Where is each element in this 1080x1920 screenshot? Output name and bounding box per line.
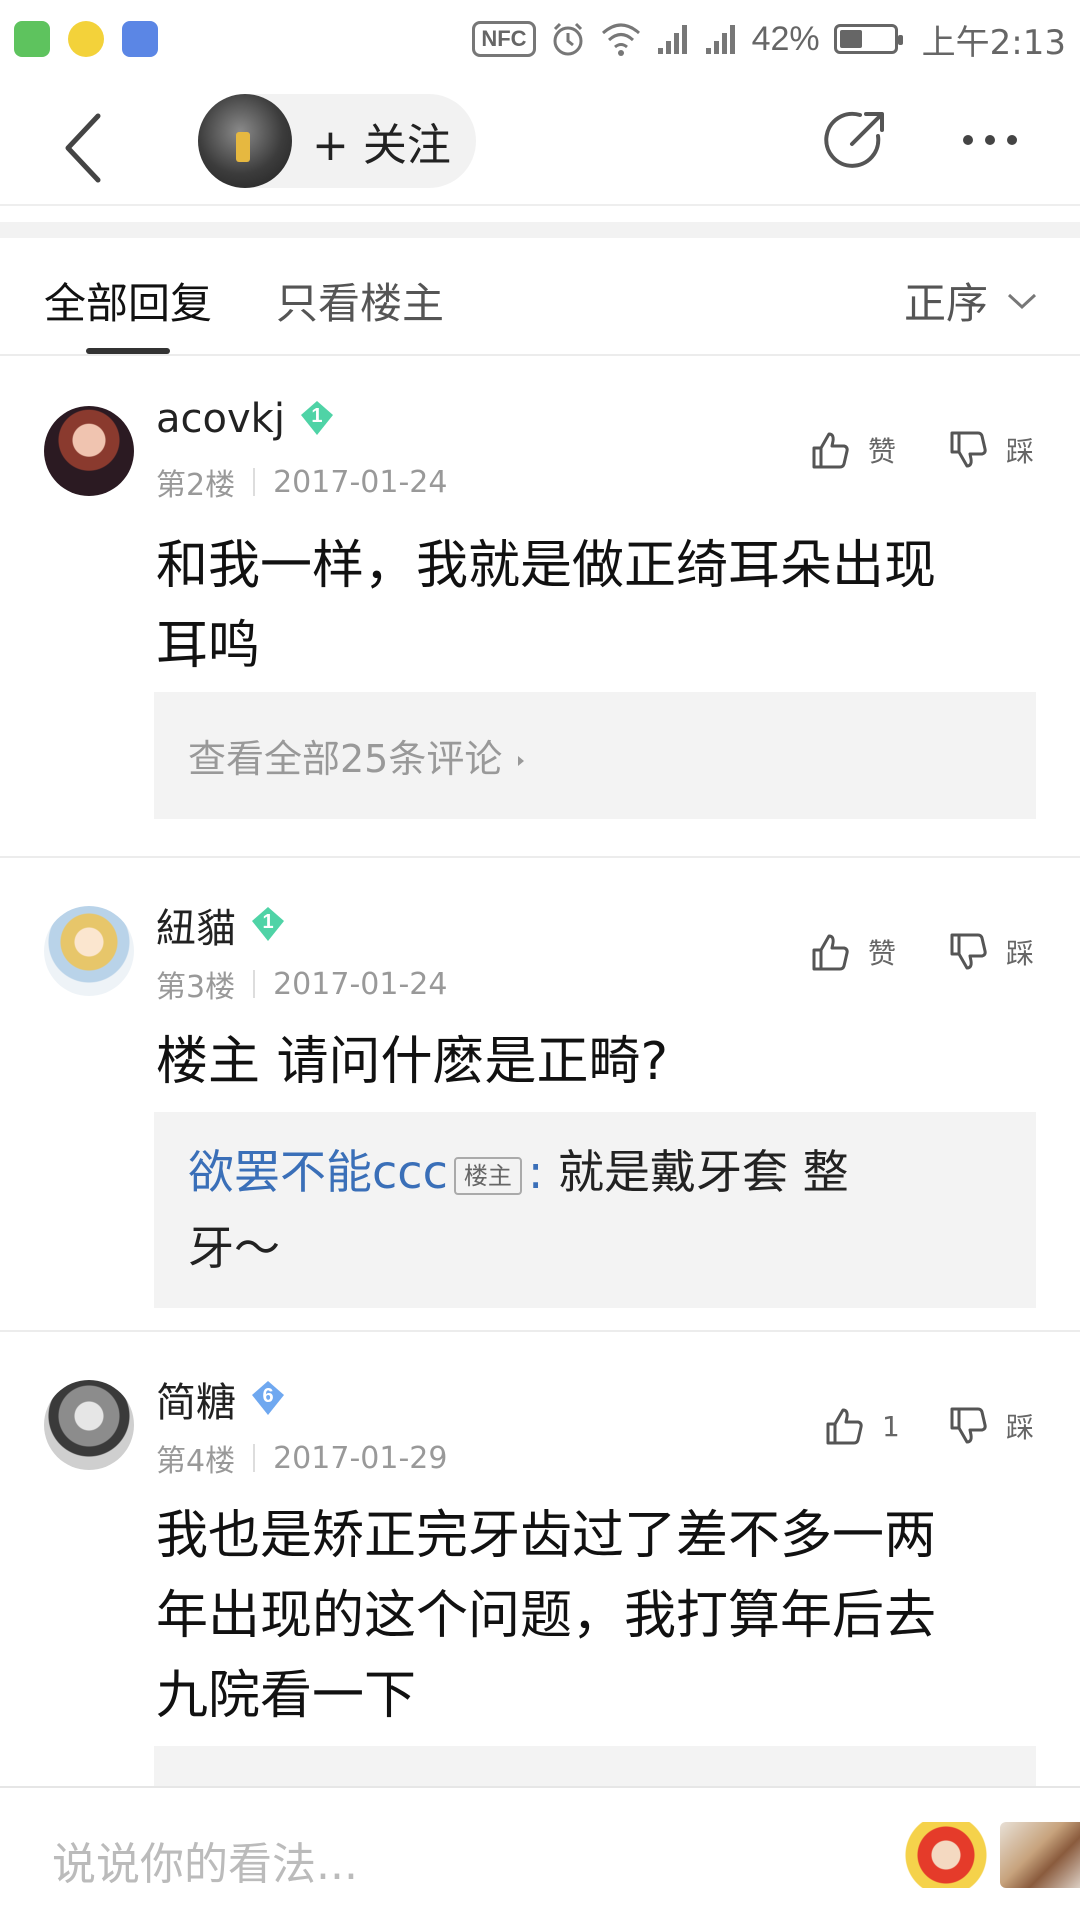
avatar[interactable] bbox=[44, 906, 134, 996]
comments-box-partial[interactable] bbox=[154, 1746, 1036, 1786]
follow-button[interactable]: + 关注 bbox=[198, 94, 476, 188]
system-icons: NFC 42% 上午2:13 bbox=[472, 15, 1066, 64]
post-date: 2017-01-29 bbox=[273, 1440, 448, 1476]
post-meta: 第2楼 2017-01-24 bbox=[156, 460, 447, 504]
username[interactable]: 简糖 6 bbox=[156, 1370, 288, 1428]
reply-text-line2: 牙～ bbox=[188, 1221, 280, 1275]
notification-icons bbox=[14, 21, 158, 57]
signal-icon-2 bbox=[705, 25, 735, 54]
reply-author[interactable]: 欲罢不能ccc bbox=[188, 1145, 448, 1199]
avatar[interactable] bbox=[44, 1380, 134, 1470]
follow-label: + 关注 bbox=[312, 120, 451, 171]
comment-input[interactable]: 说说你的看法... bbox=[52, 1828, 358, 1892]
like-button[interactable]: 赞 bbox=[810, 932, 896, 972]
clock: 上午2:13 bbox=[921, 22, 1066, 63]
like-count: 1 bbox=[882, 1409, 900, 1443]
more-icon[interactable] bbox=[960, 130, 1020, 150]
level-badge-icon: 1 bbox=[297, 399, 337, 439]
meta-separator bbox=[253, 970, 256, 998]
thumbs-down-icon bbox=[950, 933, 987, 970]
like-button[interactable]: 1 bbox=[824, 1406, 900, 1446]
like-button[interactable]: 赞 bbox=[810, 430, 896, 470]
dislike-button[interactable]: 踩 bbox=[948, 430, 1034, 470]
thumbs-up-icon bbox=[812, 432, 849, 469]
reply-colon: : bbox=[527, 1145, 544, 1199]
floor-number: 第2楼 bbox=[156, 468, 236, 503]
avatar[interactable] bbox=[44, 406, 134, 496]
sort-label: 正序 bbox=[903, 279, 988, 328]
battery-icon bbox=[833, 24, 903, 54]
op-badge: 楼主 bbox=[453, 1156, 522, 1195]
post-meta: 第4楼 2017-01-29 bbox=[156, 1436, 447, 1480]
sticker-thumbnail[interactable] bbox=[900, 1822, 992, 1888]
username[interactable]: 紐貓 1 bbox=[156, 896, 288, 954]
reply-post-floor-2: acovkj 1 第2楼 2017-01-24 赞 踩 和我一样，我就是做正绮耳… bbox=[0, 356, 1080, 856]
floor-number: 第3楼 bbox=[156, 970, 236, 1005]
view-all-comments-link[interactable]: 查看全部25条评论 bbox=[154, 692, 1036, 819]
meta-separator bbox=[253, 468, 256, 496]
dislike-button[interactable]: 踩 bbox=[948, 1406, 1034, 1446]
section-separator bbox=[0, 222, 1080, 238]
thumbs-up-icon bbox=[812, 934, 849, 971]
chevron-down-icon bbox=[1007, 293, 1037, 309]
active-tab-indicator bbox=[86, 348, 170, 354]
browser-app-icon bbox=[122, 21, 158, 57]
post-date: 2017-01-24 bbox=[273, 966, 448, 1002]
author-avatar[interactable] bbox=[198, 94, 292, 188]
back-arrow-icon[interactable] bbox=[50, 108, 120, 188]
dislike-button[interactable]: 踩 bbox=[948, 932, 1034, 972]
battery-percent: 42% bbox=[751, 19, 820, 58]
comment-input-bar: 说说你的看法... bbox=[0, 1786, 1080, 1920]
post-meta: 第3楼 2017-01-24 bbox=[156, 962, 447, 1006]
status-bar: NFC 42% 上午2:13 bbox=[0, 0, 1080, 78]
post-content: 楼主 请问什麽是正畸? bbox=[156, 1032, 669, 1092]
nfc-icon: NFC bbox=[472, 21, 536, 57]
signal-icon bbox=[657, 25, 687, 54]
image-thumbnail[interactable] bbox=[1000, 1822, 1080, 1888]
nav-bar: + 关注 bbox=[0, 78, 1080, 206]
thumbs-up-icon bbox=[826, 1408, 863, 1445]
meta-separator bbox=[253, 1444, 256, 1472]
floor-number: 第4楼 bbox=[156, 1444, 236, 1479]
username[interactable]: acovkj 1 bbox=[156, 396, 337, 442]
comments-box[interactable]: 欲罢不能ccc 楼主: 就是戴牙套 整 牙～ bbox=[154, 1112, 1036, 1308]
reply-post-floor-3: 紐貓 1 第3楼 2017-01-24 赞 踩 楼主 请问什麽是正畸? 欲罢不能… bbox=[0, 858, 1080, 1328]
post-content: 和我一样，我就是做正绮耳朵出现 耳鸣 bbox=[156, 536, 937, 676]
reply-text-line1: 就是戴牙套 整 bbox=[543, 1145, 849, 1199]
post-content: 我也是矫正完牙齿过了差不多一两 年出现的这个问题，我打算年后去 九院看一下 bbox=[156, 1506, 937, 1726]
reply-post-floor-4: 简糖 6 第4楼 2017-01-29 1 踩 我也是矫正完牙齿过了差不多一两 … bbox=[0, 1332, 1080, 1786]
tab-op-only[interactable]: 只看楼主 bbox=[276, 270, 444, 331]
post-date: 2017-01-24 bbox=[273, 464, 448, 500]
sort-dropdown[interactable]: 正序 bbox=[904, 270, 1038, 331]
comment-reply[interactable]: 欲罢不能ccc 楼主: 就是戴牙套 整 牙～ bbox=[154, 1112, 1036, 1308]
tab-all-replies[interactable]: 全部回复 bbox=[44, 270, 212, 331]
qq-music-app-icon bbox=[68, 21, 104, 57]
comments-box[interactable]: 查看全部25条评论 bbox=[154, 692, 1036, 819]
share-icon[interactable] bbox=[822, 106, 890, 174]
thumbs-down-icon bbox=[950, 1407, 987, 1444]
reply-filter-tabs: 全部回复 只看楼主 正序 bbox=[0, 238, 1080, 356]
wechat-app-icon bbox=[14, 21, 50, 57]
alarm-icon bbox=[553, 22, 583, 56]
level-badge-icon: 6 bbox=[248, 1379, 288, 1419]
thumbs-down-icon bbox=[950, 431, 987, 468]
level-badge-icon: 1 bbox=[248, 905, 288, 945]
wifi-icon bbox=[601, 23, 640, 56]
chevron-right-icon bbox=[518, 756, 525, 766]
